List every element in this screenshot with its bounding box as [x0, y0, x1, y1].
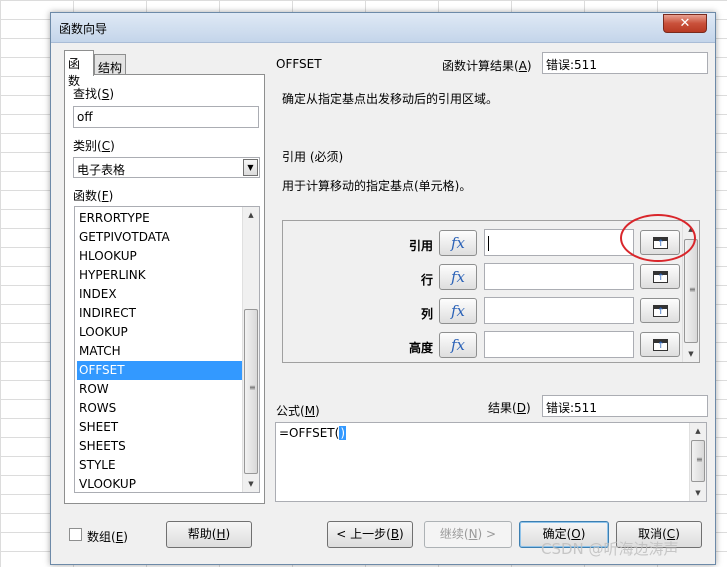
functions-label: 函数(F)	[73, 189, 114, 203]
chevron-down-icon[interactable]: ▼	[243, 159, 258, 176]
shrink-button-height[interactable]	[640, 332, 680, 357]
fx-icon: fx	[450, 336, 465, 354]
list-item[interactable]: ROW	[77, 380, 243, 399]
parameter-description: 用于计算移动的指定基点(单元格)。	[282, 179, 472, 193]
close-button[interactable]: ✕	[663, 14, 707, 33]
functions-panel: 查找(S) 类别(C) 电子表格 ▼ 函数(F) ERRORTYPE GETPI…	[64, 74, 265, 504]
title-bar: 函数向导 ✕	[51, 13, 715, 43]
function-name: OFFSET	[276, 57, 322, 71]
scroll-down-icon[interactable]: ▼	[243, 476, 259, 492]
formula-label: 公式(M)	[276, 404, 320, 418]
category-label: 类别(C)	[73, 139, 115, 153]
array-checkbox[interactable]	[69, 528, 82, 541]
back-button[interactable]: < 上一步(B)	[327, 521, 413, 548]
category-select-value: 电子表格	[77, 163, 126, 177]
list-item[interactable]: VLOOKUP	[77, 475, 243, 492]
category-select[interactable]: 电子表格 ▼	[73, 157, 260, 178]
help-button[interactable]: 帮助(H)	[166, 521, 252, 548]
highlight-circle	[620, 214, 696, 262]
list-item-selected[interactable]: OFFSET	[77, 361, 243, 380]
scroll-up-icon[interactable]: ▲	[690, 423, 706, 439]
argument-input-row[interactable]	[484, 263, 634, 290]
argument-input-reference[interactable]	[484, 229, 634, 256]
scroll-thumb[interactable]: ≡	[684, 239, 698, 343]
list-item[interactable]: GETPIVOTDATA	[77, 228, 243, 247]
tab-structure[interactable]: 结构	[94, 54, 126, 76]
tab-functions[interactable]: 函数	[64, 50, 94, 88]
list-item[interactable]: LOOKUP	[77, 323, 243, 342]
list-item[interactable]: SHEET	[77, 418, 243, 437]
list-item[interactable]: HYPERLINK	[77, 266, 243, 285]
function-list-scrollbar[interactable]: ▲ ≡ ▼	[242, 207, 259, 492]
grip-icon: ≡	[689, 285, 696, 294]
argument-input-height[interactable]	[484, 331, 634, 358]
parameter-heading: 引用 (必须)	[282, 150, 344, 164]
list-item[interactable]: INDIRECT	[77, 304, 243, 323]
formula-text: =OFFSET()	[279, 426, 346, 440]
watermark: CSDN @听海边涛声	[541, 540, 679, 558]
fx-button-row[interactable]: fx	[439, 264, 477, 290]
list-item[interactable]: INDEX	[77, 285, 243, 304]
tab-functions-label: 函数	[68, 57, 81, 88]
argument-label-column: 列	[420, 307, 433, 321]
scroll-down-icon[interactable]: ▼	[683, 346, 699, 362]
function-list[interactable]: ERRORTYPE GETPIVOTDATA HLOOKUP HYPERLINK…	[74, 206, 260, 493]
argument-label-height: 高度	[408, 341, 433, 355]
tab-structure-label: 结构	[98, 61, 123, 75]
close-icon: ✕	[679, 16, 691, 31]
shrink-icon	[653, 305, 668, 317]
result-field: 错误:511	[542, 395, 708, 417]
scroll-thumb[interactable]: ≡	[244, 309, 258, 474]
list-item[interactable]: ROWS	[77, 399, 243, 418]
next-button[interactable]: 继续(N) >	[424, 521, 512, 548]
list-item[interactable]: SHEETS	[77, 437, 243, 456]
formula-editor[interactable]: =OFFSET() ▲ ≡ ▼	[275, 422, 707, 502]
grip-icon: ≡	[249, 383, 256, 392]
fx-button-column[interactable]: fx	[439, 298, 477, 324]
fx-button-height[interactable]: fx	[439, 332, 477, 358]
shrink-button-row[interactable]	[640, 264, 680, 289]
fx-icon: fx	[450, 302, 465, 320]
function-result-label: 函数计算结果(A)	[442, 59, 532, 73]
grip-icon: ≡	[696, 455, 703, 464]
formula-cursor-char: )	[339, 426, 346, 440]
fx-icon: fx	[450, 268, 465, 286]
dialog-title: 函数向导	[59, 22, 108, 36]
shrink-icon	[653, 271, 668, 283]
argument-label-reference: 引用	[408, 239, 433, 253]
list-item[interactable]: ERRORTYPE	[77, 209, 243, 228]
formula-scrollbar[interactable]: ▲ ≡ ▼	[689, 423, 706, 501]
list-item[interactable]: HLOOKUP	[77, 247, 243, 266]
fx-button-reference[interactable]: fx	[439, 230, 477, 256]
list-item[interactable]: STYLE	[77, 456, 243, 475]
fx-icon: fx	[450, 234, 465, 252]
argument-label-row: 行	[420, 273, 433, 287]
function-description: 确定从指定基点出发移动后的引用区域。	[282, 92, 499, 106]
scroll-up-icon[interactable]: ▲	[243, 207, 259, 223]
list-item[interactable]: MATCH	[77, 342, 243, 361]
scroll-down-icon[interactable]: ▼	[690, 485, 706, 501]
shrink-button-column[interactable]	[640, 298, 680, 323]
array-label: 数组(E)	[87, 530, 128, 544]
argument-input-column[interactable]	[484, 297, 634, 324]
function-result-field: 错误:511	[542, 52, 708, 74]
search-input[interactable]	[73, 106, 259, 128]
result-label: 结果(D)	[488, 401, 531, 415]
shrink-icon	[653, 339, 668, 351]
text-cursor	[488, 236, 489, 251]
scroll-thumb[interactable]: ≡	[691, 440, 705, 482]
